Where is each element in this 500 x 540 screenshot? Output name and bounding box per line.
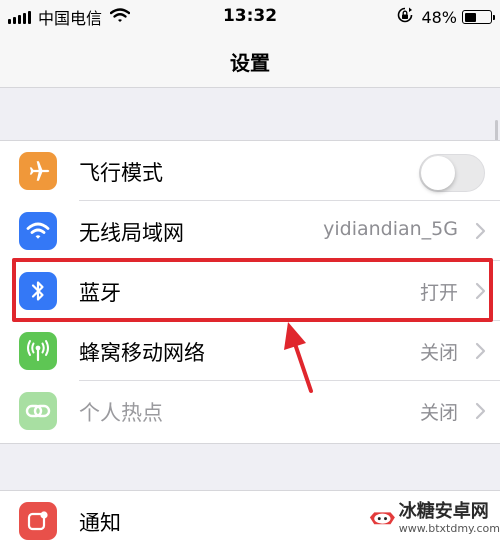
battery-fill	[464, 12, 477, 22]
battery-percent: 48%	[421, 7, 457, 27]
status-right: 48%	[397, 7, 495, 27]
connectivity-group: 飞行模式 无线局域网 yidiandian_5G 蓝牙 打开 蜂窝移动网络 关闭…	[0, 140, 500, 444]
bluetooth-status: 打开	[419, 282, 458, 304]
cellular-label: 蜂窝移动网络	[79, 341, 205, 365]
settings-row-cellular[interactable]: 蜂窝移动网络 关闭	[0, 321, 500, 381]
settings-row-wifi[interactable]: 无线局域网 yidiandian_5G	[0, 201, 500, 261]
bluetooth-label: 蓝牙	[79, 281, 121, 305]
annotation-arrow-icon	[284, 322, 313, 393]
status-bar: 中国电信 13:32 48%	[0, 0, 500, 34]
settings-row-personal-hotspot[interactable]: 个人热点 关闭	[0, 381, 500, 441]
chevron-right-icon	[475, 342, 486, 364]
notifications-label: 通知	[79, 511, 121, 535]
page-title: 设置	[230, 51, 270, 75]
watermark: 冰糖安卓网 www.btxtdmy.com	[368, 498, 500, 538]
airplane-mode-toggle[interactable]	[419, 154, 485, 192]
cellular-antenna-icon	[19, 332, 57, 370]
chevron-right-icon	[475, 282, 486, 304]
watermark-name: 冰糖安卓网	[398, 500, 489, 522]
hotspot-label: 个人热点	[79, 401, 163, 425]
toggle-knob	[421, 156, 455, 190]
hotspot-status: 关闭	[419, 402, 458, 424]
watermark-url: www.btxtdmy.com	[398, 521, 500, 535]
bluetooth-icon	[19, 272, 57, 310]
settings-row-bluetooth[interactable]: 蓝牙 打开	[0, 261, 500, 321]
chevron-right-icon	[475, 402, 486, 424]
nav-bar: 设置	[0, 34, 500, 88]
notifications-icon	[19, 502, 57, 540]
chevron-right-icon	[475, 222, 486, 244]
cellular-status: 关闭	[419, 342, 458, 364]
wifi-label: 无线局域网	[79, 221, 184, 245]
battery-icon	[462, 10, 495, 24]
airplane-icon	[19, 152, 57, 190]
hotspot-link-icon	[19, 392, 57, 430]
wifi-network-name: yidiandian_5G	[323, 218, 458, 240]
airplane-mode-label: 飞行模式	[79, 161, 163, 185]
rotation-lock-icon	[397, 7, 413, 27]
watermark-logo-icon	[369, 512, 395, 525]
watermark-text: 冰糖安卓网 www.btxtdmy.com	[398, 500, 500, 535]
settings-row-airplane-mode[interactable]: 飞行模式	[0, 141, 500, 201]
wifi-icon	[19, 212, 57, 250]
